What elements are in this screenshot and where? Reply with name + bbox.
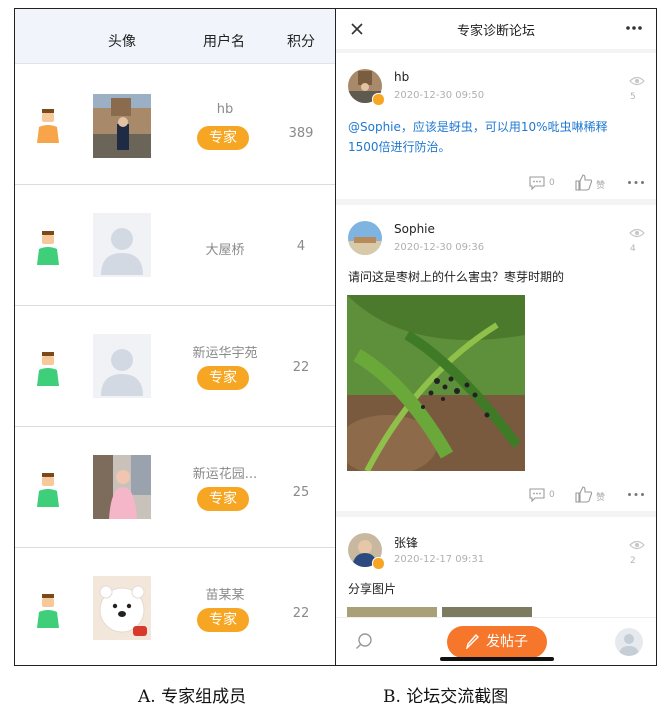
username: 大屋桥 xyxy=(205,243,245,258)
post-content-line: 1500倍进行防治。 xyxy=(348,140,451,154)
home-indicator xyxy=(440,657,554,661)
expert-badge: 专家 xyxy=(197,366,249,390)
profile-avatar[interactable] xyxy=(615,628,643,656)
eye-icon xyxy=(629,76,645,86)
post-content: @Sophie，应该是蚜虫，可以用10%吡虫啉稀释 1500倍进行防治。 xyxy=(348,117,642,157)
post-actions: 0 赞 xyxy=(336,173,656,193)
points-value: 389 xyxy=(288,126,314,141)
column-header-avatar: 头像 xyxy=(108,34,136,50)
comment-icon[interactable] xyxy=(529,176,545,190)
person-icon xyxy=(37,231,59,265)
post-content: 分享图片 xyxy=(348,582,397,596)
more-icon[interactable] xyxy=(627,492,645,497)
like-label: 赞 xyxy=(596,493,606,503)
table-row[interactable]: 新运华宇苑 专家 22 xyxy=(15,306,337,427)
person-icon xyxy=(37,352,59,386)
eye-icon xyxy=(629,228,645,238)
post-image-thumbnail[interactable] xyxy=(442,607,532,617)
column-header-username: 用户名 xyxy=(203,34,245,50)
forum-post[interactable]: 张锋 2020-12-17 09:31 2 分享图片 xyxy=(336,517,656,617)
username: 新运花园... xyxy=(192,467,258,482)
more-icon[interactable] xyxy=(627,180,645,185)
table-row[interactable]: 新运花园... 专家 25 xyxy=(15,427,337,548)
thumbs-up-icon[interactable] xyxy=(575,174,593,191)
post-content-line: @Sophie，应该是蚜虫，可以用10%吡虫啉稀释 xyxy=(348,120,608,134)
expert-members-panel: 头像 用户名 积分 hb 专家 389 大屋桥 4 新运华宇苑 专家 22 新运… xyxy=(14,8,337,666)
forum-post[interactable]: hb 2020-12-30 09:50 5 @Sophie，应该是蚜虫，可以用1… xyxy=(336,53,656,199)
username: 苗某某 xyxy=(205,588,245,603)
avatar xyxy=(93,455,151,519)
eye-icon xyxy=(629,540,645,550)
verified-badge-icon xyxy=(372,93,385,106)
post-author: Sophie xyxy=(394,222,435,236)
like-label: 赞 xyxy=(596,181,606,191)
post-date: 2020-12-30 09:50 xyxy=(394,90,485,101)
nav-bar: 专家诊断论坛 xyxy=(336,9,656,49)
post-image-thumbnail[interactable] xyxy=(347,607,437,617)
forum-post[interactable]: Sophie 2020-12-30 09:36 4 请问这是枣树上的什么害虫？枣… xyxy=(336,205,656,511)
verified-badge-icon xyxy=(372,557,385,570)
search-icon[interactable] xyxy=(355,632,373,650)
thumbs-up-icon[interactable] xyxy=(575,486,593,503)
caption-a: A. 专家组成员 xyxy=(138,687,247,707)
avatar xyxy=(348,221,382,255)
post-image[interactable] xyxy=(337,295,525,475)
person-icon xyxy=(37,109,59,143)
expert-badge: 专家 xyxy=(197,487,249,511)
view-count: 2 xyxy=(630,556,636,566)
table-row[interactable]: 大屋桥 4 xyxy=(15,185,337,306)
pencil-icon xyxy=(465,633,479,651)
caption-b: B. 论坛交流截图 xyxy=(383,687,509,707)
avatar xyxy=(93,94,151,158)
new-post-label: 发帖子 xyxy=(486,634,528,650)
comment-count: 0 xyxy=(549,178,555,188)
points-value: 22 xyxy=(292,606,310,621)
more-icon[interactable] xyxy=(625,25,643,31)
post-content: 请问这是枣树上的什么害虫？枣芽时期的 xyxy=(348,270,565,284)
table-header: 头像 用户名 积分 xyxy=(15,9,337,64)
post-date: 2020-12-17 09:31 xyxy=(394,554,485,565)
person-icon xyxy=(37,594,59,628)
points-value: 25 xyxy=(292,485,310,500)
table-row[interactable]: hb 专家 389 xyxy=(15,64,337,185)
default-avatar-icon xyxy=(93,213,151,277)
username: hb xyxy=(216,102,234,117)
view-count: 5 xyxy=(630,92,636,102)
new-post-button[interactable]: 发帖子 xyxy=(447,626,547,658)
comment-count: 0 xyxy=(549,490,555,500)
page-title: 专家诊断论坛 xyxy=(456,24,535,39)
view-count: 4 xyxy=(630,244,636,254)
post-date: 2020-12-30 09:36 xyxy=(394,242,485,253)
person-icon xyxy=(37,473,59,507)
points-value: 4 xyxy=(296,239,306,254)
comment-icon[interactable] xyxy=(529,488,545,502)
username: 新运华宇苑 xyxy=(192,346,258,361)
post-author: hb xyxy=(394,70,410,84)
column-header-points: 积分 xyxy=(287,34,315,50)
default-avatar-icon xyxy=(93,334,151,398)
post-author: 张锋 xyxy=(394,536,419,550)
expert-badge: 专家 xyxy=(197,608,249,632)
avatar xyxy=(93,576,151,640)
forum-screenshot-panel: 专家诊断论坛 hb 2020-12-30 09:50 5 @Sophie，应该是… xyxy=(335,8,657,666)
points-value: 22 xyxy=(292,360,310,375)
table-row[interactable]: 苗某某 专家 22 xyxy=(15,548,337,665)
post-actions: 0 赞 xyxy=(336,485,656,505)
expert-badge: 专家 xyxy=(197,126,249,150)
